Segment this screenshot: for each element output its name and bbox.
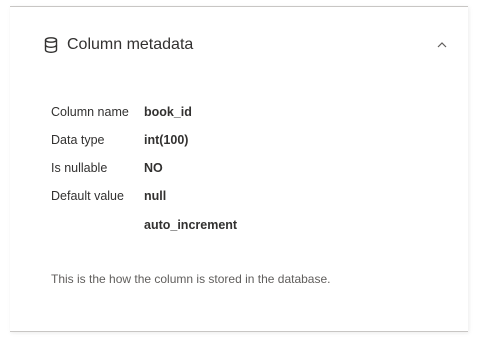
metadata-row-extra: auto_increment xyxy=(51,215,237,235)
metadata-label: Column name xyxy=(51,105,129,119)
column-metadata-panel: Column metadata Column name book_id Data… xyxy=(10,6,468,332)
panel-header: Column metadata xyxy=(44,33,193,57)
metadata-row-column-name: Column name book_id xyxy=(51,102,192,122)
metadata-row-is-nullable: Is nullable NO xyxy=(51,158,163,178)
metadata-row-data-type: Data type int(100) xyxy=(51,130,188,150)
metadata-value: book_id xyxy=(144,105,192,119)
collapse-button[interactable] xyxy=(432,35,452,55)
metadata-label: Data type xyxy=(51,133,105,147)
metadata-value: NO xyxy=(144,161,163,175)
metadata-value: int(100) xyxy=(144,133,189,147)
metadata-row-default-value: Default value null xyxy=(51,186,166,206)
metadata-value: auto_increment xyxy=(144,218,238,232)
panel-title: Column metadata xyxy=(67,36,194,53)
metadata-label: Default value xyxy=(51,189,124,203)
chevron-up-icon xyxy=(437,42,447,48)
metadata-value: null xyxy=(144,189,167,203)
metadata-label: Is nullable xyxy=(51,161,108,175)
panel-description: This is the how the column is stored in … xyxy=(51,272,331,286)
database-icon xyxy=(44,37,58,53)
